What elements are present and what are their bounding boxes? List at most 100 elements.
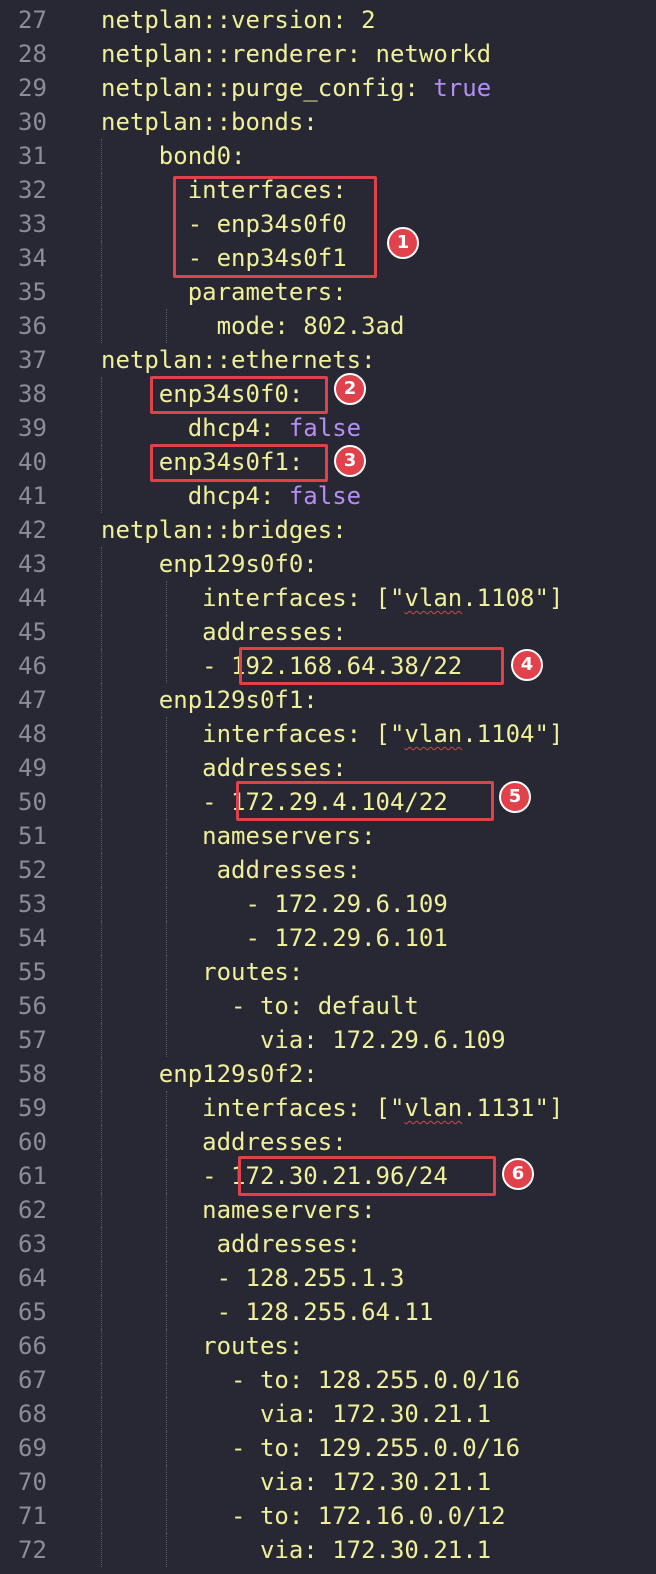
code-token: dhcp4: xyxy=(101,414,289,442)
code-token: interfaces: [" xyxy=(101,1094,405,1122)
code-text: enp129s0f1: xyxy=(101,683,318,717)
line-number: 50 xyxy=(18,788,47,816)
code-line[interactable]: 51 nameservers: xyxy=(0,819,656,853)
code-token: via: 172.30.21.1 xyxy=(101,1536,492,1564)
code-line[interactable]: 29 netplan::purge_config: true xyxy=(0,71,656,105)
highlight-box-ethernet-enp34s0f1 xyxy=(150,444,328,482)
code-token: nameservers: xyxy=(101,822,376,850)
line-number: 32 xyxy=(18,176,47,204)
code-line[interactable]: 57 via: 172.29.6.109 xyxy=(0,1023,656,1057)
code-text: nameservers: xyxy=(101,1193,375,1227)
line-number: 44 xyxy=(18,584,47,612)
line-number: 65 xyxy=(18,1298,47,1326)
code-text: mode: 802.3ad xyxy=(101,309,405,343)
code-line[interactable]: 54 - 172.29.6.101 xyxy=(0,921,656,955)
line-number: 70 xyxy=(18,1468,47,1496)
code-token: interfaces: [" xyxy=(101,584,405,612)
code-token: netplan::bridges: xyxy=(101,516,347,544)
code-token: - 128.255.64.11 xyxy=(101,1298,434,1326)
code-text: addresses: xyxy=(101,751,347,785)
annotation-badge-5: 5 xyxy=(499,781,531,813)
code-line[interactable]: 30 netplan::bonds: xyxy=(0,105,656,139)
code-line[interactable]: 64 - 128.255.1.3 xyxy=(0,1261,656,1295)
code-token: addresses: xyxy=(101,1128,347,1156)
code-line[interactable]: 59 interfaces: ["vlan.1131"] xyxy=(0,1091,656,1125)
code-text: interfaces: ["vlan.1104"] xyxy=(101,717,563,751)
code-line[interactable]: 58 enp129s0f2: xyxy=(0,1057,656,1091)
code-line[interactable]: 72 via: 172.30.21.1 xyxy=(0,1533,656,1567)
code-line[interactable]: 70 via: 172.30.21.1 xyxy=(0,1465,656,1499)
code-line[interactable]: 28 netplan::renderer: networkd xyxy=(0,37,656,71)
code-line[interactable]: 44 interfaces: ["vlan.1108"] xyxy=(0,581,656,615)
code-text: addresses: xyxy=(101,615,347,649)
code-line[interactable]: 40 enp34s0f1: xyxy=(0,445,656,479)
line-number: 29 xyxy=(18,74,47,102)
code-line[interactable]: 66 routes: xyxy=(0,1329,656,1363)
code-token: netplan::bonds: xyxy=(101,108,318,136)
highlight-box-bond-interfaces xyxy=(173,176,377,278)
code-line[interactable]: 43 enp129s0f0: xyxy=(0,547,656,581)
code-line[interactable]: 52 addresses: xyxy=(0,853,656,887)
code-line[interactable]: 55 routes: xyxy=(0,955,656,989)
code-token: bond0: xyxy=(101,142,246,170)
code-line[interactable]: 35 parameters: xyxy=(0,275,656,309)
code-line[interactable]: 62 nameservers: xyxy=(0,1193,656,1227)
code-token: netplan::ethernets: xyxy=(101,346,376,374)
code-line[interactable]: 48 interfaces: ["vlan.1104"] xyxy=(0,717,656,751)
code-line[interactable]: 49 addresses: xyxy=(0,751,656,785)
code-token: interfaces: [" xyxy=(101,720,405,748)
line-number: 28 xyxy=(18,40,47,68)
code-line[interactable]: 63 addresses: xyxy=(0,1227,656,1261)
code-token: .1104"] xyxy=(462,720,564,748)
code-line[interactable]: 56 - to: default xyxy=(0,989,656,1023)
code-text: via: 172.30.21.1 xyxy=(101,1533,491,1567)
line-number: 57 xyxy=(18,1026,47,1054)
code-line[interactable]: 41 dhcp4: false xyxy=(0,479,656,513)
code-text: - 128.255.64.11 xyxy=(101,1295,434,1329)
line-number: 34 xyxy=(18,244,47,272)
line-number: 41 xyxy=(18,482,47,510)
code-text: via: 172.30.21.1 xyxy=(101,1465,491,1499)
code-line[interactable]: 60 addresses: xyxy=(0,1125,656,1159)
code-line[interactable]: 67 - to: 128.255.0.0/16 xyxy=(0,1363,656,1397)
code-text: via: 172.29.6.109 xyxy=(101,1023,506,1057)
code-text: - to: 128.255.0.0/16 xyxy=(101,1363,520,1397)
code-token: netplan::version: 2 xyxy=(101,6,376,34)
code-line[interactable]: 36 mode: 802.3ad xyxy=(0,309,656,343)
code-line[interactable]: 71 - to: 172.16.0.0/12 xyxy=(0,1499,656,1533)
line-number: 46 xyxy=(18,652,47,680)
code-token: via: 172.30.21.1 xyxy=(101,1400,492,1428)
code-line[interactable]: 69 - to: 129.255.0.0/16 xyxy=(0,1431,656,1465)
annotation-badge-4: 4 xyxy=(511,649,543,681)
line-number: 42 xyxy=(18,516,47,544)
boolean-token: true xyxy=(433,74,492,102)
code-line[interactable]: 27 netplan::version: 2 xyxy=(0,3,656,37)
code-token: .1131"] xyxy=(462,1094,564,1122)
code-token: - 172.29.6.101 xyxy=(101,924,448,952)
line-number: 68 xyxy=(18,1400,47,1428)
code-line[interactable]: 39 dhcp4: false xyxy=(0,411,656,445)
code-line[interactable]: 31 bond0: xyxy=(0,139,656,173)
annotation-badge-1: 1 xyxy=(387,227,419,259)
code-token: mode: 802.3ad xyxy=(101,312,405,340)
code-line[interactable]: 53 - 172.29.6.109 xyxy=(0,887,656,921)
code-line[interactable]: 68 via: 172.30.21.1 xyxy=(0,1397,656,1431)
line-number: 53 xyxy=(18,890,47,918)
line-number: 49 xyxy=(18,754,47,782)
code-line[interactable]: 45 addresses: xyxy=(0,615,656,649)
code-line[interactable]: 65 - 128.255.64.11 xyxy=(0,1295,656,1329)
highlight-box-address-172-29 xyxy=(236,781,494,821)
line-number: 67 xyxy=(18,1366,47,1394)
line-number: 71 xyxy=(18,1502,47,1530)
line-number: 66 xyxy=(18,1332,47,1360)
code-line[interactable]: 47 enp129s0f1: xyxy=(0,683,656,717)
code-text: netplan::ethernets: xyxy=(101,343,376,377)
code-token: - 128.255.1.3 xyxy=(101,1264,405,1292)
code-token: - to: default xyxy=(101,992,419,1020)
code-text: routes: xyxy=(101,1329,303,1363)
code-line[interactable]: 38 enp34s0f0: xyxy=(0,377,656,411)
code-line[interactable]: 42 netplan::bridges: xyxy=(0,513,656,547)
line-number: 43 xyxy=(18,550,47,578)
line-number: 54 xyxy=(18,924,47,952)
code-line[interactable]: 37 netplan::ethernets: xyxy=(0,343,656,377)
